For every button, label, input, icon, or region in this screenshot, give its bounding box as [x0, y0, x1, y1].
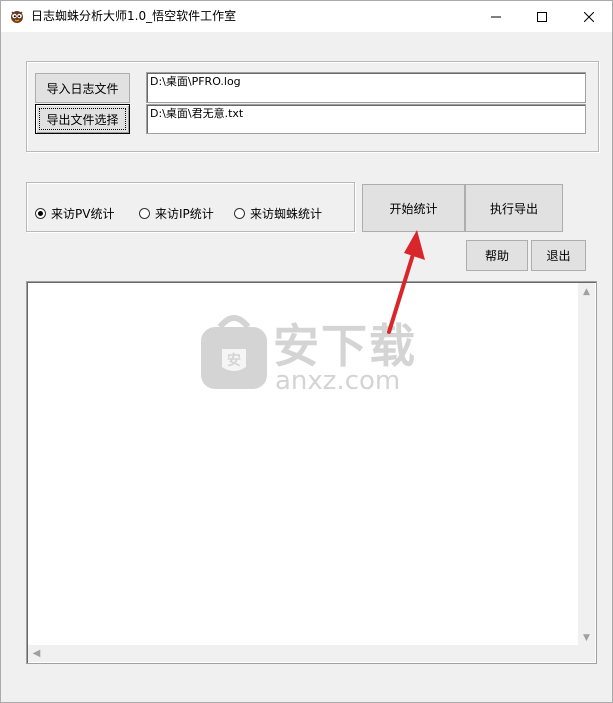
scroll-down-icon[interactable]: ▼ — [578, 629, 595, 646]
window-title: 日志蜘蛛分析大师1.0_悟空软件工作室 — [31, 9, 237, 23]
horizontal-scrollbar[interactable]: ◀ ▶ — [28, 645, 595, 662]
run-export-button[interactable]: 执行导出 — [465, 184, 563, 232]
svg-text:安: 安 — [227, 352, 241, 369]
radio-ip-label: 来访IP统计 — [155, 207, 214, 221]
export-file-select-button[interactable]: 导出文件选择 — [35, 104, 130, 134]
output-path-field[interactable]: D:\桌面\君无意.txt — [146, 104, 586, 134]
scroll-up-icon[interactable]: ▲ — [578, 283, 595, 300]
title-bar[interactable]: 日志蜘蛛分析大师1.0_悟空软件工作室 — [1, 1, 612, 32]
log-path-field[interactable]: D:\桌面\PFRO.log — [146, 72, 586, 103]
radio-spider-label: 来访蜘蛛统计 — [250, 207, 323, 221]
help-button[interactable]: 帮助 — [466, 240, 528, 271]
watermark-url: anxz.com — [275, 366, 401, 396]
radio-ip-stats[interactable]: 来访IP统计 — [139, 205, 214, 222]
radio-selected-icon — [35, 208, 46, 219]
radio-spider-stats[interactable]: 来访蜘蛛统计 — [234, 205, 322, 222]
radio-unselected-icon — [234, 208, 245, 219]
close-icon — [584, 11, 594, 22]
radio-pv-stats[interactable]: 来访PV统计 — [35, 205, 114, 222]
import-log-button[interactable]: 导入日志文件 — [35, 73, 130, 103]
minimize-icon — [491, 16, 501, 17]
minimize-button[interactable] — [473, 1, 519, 32]
maximize-icon — [537, 11, 547, 22]
app-window: 日志蜘蛛分析大师1.0_悟空软件工作室 导入日志文件 导出文件选择 D:\桌面\… — [0, 0, 613, 703]
scroll-left-icon[interactable]: ◀ — [28, 645, 45, 662]
vertical-scrollbar[interactable]: ▲ ▼ — [578, 283, 595, 646]
watermark-bag-icon: 安 — [201, 315, 267, 389]
radio-pv-label: 来访PV统计 — [51, 207, 115, 221]
exit-button[interactable]: 退出 — [531, 240, 586, 271]
scrollbar-corner — [578, 645, 595, 662]
maximize-button[interactable] — [519, 1, 565, 32]
annotation-arrow-icon — [387, 230, 425, 334]
focus-rect — [39, 108, 126, 130]
radio-unselected-icon — [139, 208, 150, 219]
close-button[interactable] — [566, 1, 612, 32]
spider-app-icon — [11, 11, 23, 23]
start-stats-button[interactable]: 开始统计 — [362, 184, 465, 232]
